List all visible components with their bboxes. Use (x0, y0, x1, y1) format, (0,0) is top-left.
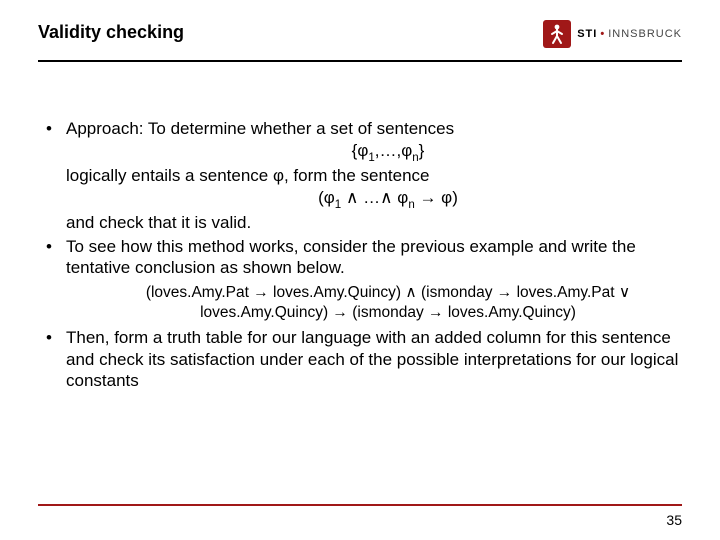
set-open: {φ (352, 141, 369, 160)
conj-sub1: 1 (335, 199, 341, 211)
set-subn: n (412, 152, 418, 164)
b1-line2: logically entails a sentence φ, form the… (66, 166, 430, 185)
conj-subn: n (408, 199, 414, 211)
bullet-2: To see how this method works, consider t… (38, 236, 682, 323)
b2-text: To see how this method works, consider t… (66, 237, 636, 278)
conj-close: → φ) (415, 188, 458, 207)
b3-text: Then, form a truth table for our languag… (66, 328, 678, 391)
b1-set-expr: {φ1,…,φn} (66, 140, 682, 165)
logo-location: INNSBRUCK (608, 28, 682, 40)
page-number: 35 (666, 512, 682, 528)
logo-brand: STI (577, 28, 597, 40)
conj-mid: ∧ …∧ φ (341, 188, 408, 207)
header-divider (38, 60, 682, 62)
bullet-1: Approach: To determine whether a set of … (38, 118, 682, 234)
b1-conj-expr: (φ1 ∧ …∧ φn → φ) (66, 187, 682, 212)
brand-logo: STI•INNSBRUCK (543, 20, 682, 48)
set-mid: ,…,φ (375, 141, 412, 160)
b1-line1: Approach: To determine whether a set of … (66, 119, 454, 138)
set-close: } (419, 141, 425, 160)
slide: Validity checking STI•INNSBRUCK Approach… (0, 0, 720, 540)
example-formula: (loves.Amy.Pat → loves.Amy.Quincy) ∧ (is… (66, 283, 682, 323)
content-area: Approach: To determine whether a set of … (38, 118, 682, 394)
conj-open: (φ (318, 188, 335, 207)
formula-line2: loves.Amy.Quincy) → (ismonday → loves.Am… (94, 303, 682, 323)
formula-line1: (loves.Amy.Pat → loves.Amy.Quincy) ∧ (is… (94, 283, 682, 303)
logo-sep: • (600, 28, 605, 40)
set-sub1: 1 (368, 152, 374, 164)
footer-divider (38, 504, 682, 506)
logo-text: STI•INNSBRUCK (577, 28, 682, 40)
b1-line3: and check that it is valid. (66, 213, 251, 232)
bullet-3: Then, form a truth table for our languag… (38, 327, 682, 392)
logo-mark-icon (543, 20, 571, 48)
